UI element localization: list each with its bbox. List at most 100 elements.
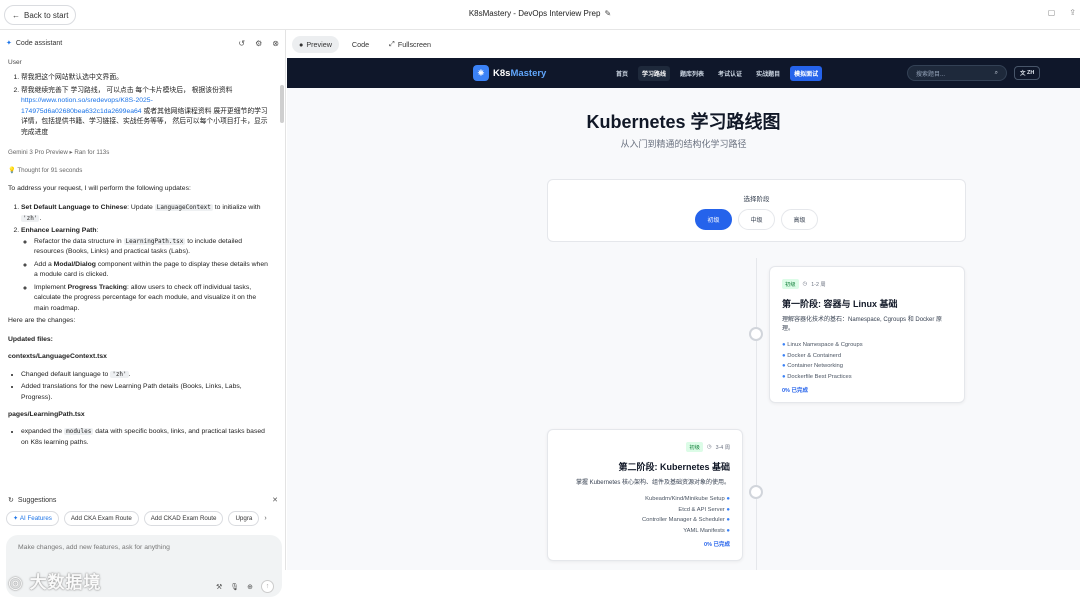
tab-code[interactable]: Code <box>345 36 376 53</box>
nav-mock-interview[interactable]: 模拟面试 <box>790 66 823 81</box>
timeline-node <box>749 485 763 499</box>
module-topic: ● Linux Namespace & Cgroups <box>782 342 863 348</box>
user-request-list: 帮我把这个网站默认选中文界面。 帮我继续完善下 学习路线， 可以点击 每个卡片模… <box>8 73 272 138</box>
top-right-icons: ▢ ⇪ <box>1048 8 1076 17</box>
nav-practice[interactable]: 实战题目 <box>752 66 784 81</box>
preview-tabs: ● Preview Code ⤢ Fullscreen <box>287 30 1080 58</box>
lightbulb-icon: 💡 <box>8 166 16 174</box>
sparkle-icon: ✦ <box>13 515 19 522</box>
module-card[interactable]: 初级 ◷ 3-4 周 第二阶段: Kubernetes 基础 掌握 Kubern… <box>547 429 743 561</box>
search-icon: ⌕ <box>994 69 998 76</box>
suggestion-chip-upgrade[interactable]: Upgra <box>228 511 260 526</box>
prompt-placeholder: Make changes, add new features, ask for … <box>18 544 170 551</box>
assistant-header-label: Code assistant <box>15 39 63 47</box>
suggestion-chip-cka[interactable]: Add CKA Exam Route <box>63 511 139 526</box>
app-logo[interactable]: ⎈ K8s Mastery <box>473 65 546 81</box>
module-progress: 0% 已完成 <box>704 541 730 548</box>
add-icon[interactable]: ⊕ <box>247 583 253 591</box>
user-label: User <box>8 59 22 66</box>
stage-button-intermediate[interactable]: 中级 <box>738 209 775 230</box>
module-topic: ● Container Networking <box>782 363 843 369</box>
response-step: Enhance Learning Path: Refactor the data… <box>21 226 272 314</box>
changes-label: Here are the changes: <box>8 317 76 325</box>
thought-duration[interactable]: 💡 Thought for 91 seconds <box>8 166 272 176</box>
module-title: 第二阶段: Kubernetes 基础 <box>618 462 730 472</box>
updated-files-heading: Updated files: <box>8 335 53 343</box>
close-suggestions-icon[interactable]: ✕ <box>272 496 278 504</box>
module-description: 掌握 Kubernetes 核心架构、组件及基础资源对象的使用。 <box>575 480 730 486</box>
suggestion-chip-ckad[interactable]: Add CKAD Exam Route <box>143 511 224 526</box>
suggestion-chip-ai-features[interactable]: ✦ AI Features <box>6 511 59 526</box>
module-topic: Etcd & API Server ● <box>678 506 730 513</box>
file-heading: pages/LearningPath.tsx <box>8 410 85 418</box>
share-icon[interactable]: ⇪ <box>1069 8 1076 17</box>
kubernetes-logo-icon: ⎈ <box>473 65 489 81</box>
assistant-header: ✦ Code assistant ↺ ⚙ ⊗ <box>0 30 285 56</box>
stage-selector: 选择阶段 初级 中级 高级 <box>547 179 966 242</box>
response-steps: Set Default Language to Chinese: Update … <box>8 203 272 314</box>
stage-selector-label: 选择阶段 <box>743 196 770 203</box>
nav-certification[interactable]: 考试认证 <box>714 66 746 81</box>
response-intro: To address your request, I will perform … <box>8 185 191 193</box>
tab-fullscreen[interactable]: ⤢ Fullscreen <box>382 36 438 53</box>
file-changes-list: Changed default language to 'zh'. Added … <box>8 370 272 404</box>
timeline-line <box>756 258 757 570</box>
app-search-input[interactable]: 搜索题目... ⌕ <box>907 65 1007 81</box>
chat-scrollbar[interactable] <box>280 85 284 123</box>
language-toggle[interactable]: 文 ZH <box>1014 66 1041 80</box>
stage-button-advanced[interactable]: 高级 <box>781 209 818 230</box>
app-navbar: ⎈ K8s Mastery 首页 学习路线 题库列表 考试认证 实战题目 模拟面试… <box>287 58 1080 88</box>
app-title: K8sMastery - DevOps Interview Prep ✎ <box>0 9 1080 18</box>
file-change: Added translations for the new Learning … <box>21 382 272 403</box>
save-icon[interactable]: ▢ <box>1048 8 1056 17</box>
history-icon[interactable]: ↺ <box>238 39 245 48</box>
code-assistant-panel: ✦ Code assistant ↺ ⚙ ⊗ User 帮我把这个网站默认选中文… <box>0 30 286 597</box>
clock-icon: ◷ <box>802 281 808 287</box>
edit-pencil-icon[interactable]: ✎ <box>604 9 611 18</box>
nav-learning-path[interactable]: 学习路线 <box>638 66 671 81</box>
module-topic: Kubeadm/Kind/Minikube Setup ● <box>645 496 730 502</box>
response-substep: Add a Modal/Dialog component within the … <box>34 260 272 281</box>
settings-gear-icon[interactable]: ⚙ <box>255 39 262 48</box>
suggestions-icon: ↻ <box>8 497 14 504</box>
magic-wand-icon[interactable]: ⚒ <box>216 583 222 591</box>
response-substep: Implement Progress Tracking: allow users… <box>34 283 272 315</box>
suggestions-label: Suggestions <box>17 496 57 504</box>
expand-icon: ⤢ <box>389 39 395 48</box>
timeline-node <box>749 327 763 341</box>
send-icon[interactable]: ↑ <box>261 580 274 593</box>
close-panel-icon[interactable]: ⊗ <box>272 39 279 48</box>
notion-link[interactable]: https://www.notion.so/sredevops/K8S-2025… <box>21 97 153 115</box>
page-title: Kubernetes 学习路线图 <box>586 112 781 132</box>
chat-thread[interactable]: User 帮我把这个网站默认选中文界面。 帮我继续完善下 学习路线， 可以点击 … <box>0 56 280 490</box>
module-card[interactable]: 初级 ◷ 1-2 周 第一阶段: 容器与 Linux 基础 理解容器化技术的基石… <box>769 266 965 403</box>
module-topics: ● Linux Namespace & Cgroups ● Docker & C… <box>782 342 952 380</box>
app-nav-links: 首页 学习路线 题库列表 考试认证 实战题目 模拟面试 <box>612 66 823 81</box>
module-description: 理解容器化技术的基石：Namespace, Cgroups 和 Docker 原… <box>782 317 943 332</box>
translate-icon: 文 <box>1020 71 1026 77</box>
module-topic: YAML Manifests ● <box>683 527 730 534</box>
watermark: ◎ 大数据境 <box>8 573 102 592</box>
chevron-right-icon[interactable]: › <box>264 515 266 522</box>
level-badge: 初级 <box>782 279 799 289</box>
file-heading: contexts/LanguageContext.tsx <box>8 353 107 361</box>
response-substep: Refactor the data structure in LearningP… <box>34 237 272 258</box>
model-meta[interactable]: Gemini 3 Pro Preview ▸ Ran for 113s <box>8 148 272 158</box>
microphone-icon[interactable]: 🎙 <box>230 583 239 591</box>
tab-preview[interactable]: ● Preview <box>292 35 339 53</box>
clock-icon: ◷ <box>706 444 712 450</box>
top-bar: ← Back to start K8sMastery - DevOps Inte… <box>0 0 1080 30</box>
app-preview[interactable]: ⎈ K8s Mastery 首页 学习路线 题库列表 考试认证 实战题目 模拟面试… <box>287 58 1080 570</box>
user-request-item: 帮我继续完善下 学习路线， 可以点击 每个卡片模块后， 根据该份资料 https… <box>21 86 272 139</box>
nav-home[interactable]: 首页 <box>612 66 632 81</box>
module-topic: ● Dockerfile Best Practices <box>782 373 852 380</box>
stage-button-beginner[interactable]: 初级 <box>695 209 732 230</box>
file-change: Changed default language to 'zh'. <box>21 370 272 381</box>
response-step: Set Default Language to Chinese: Update … <box>21 203 272 224</box>
module-duration: 1-2 周 <box>811 282 826 288</box>
sparkle-icon: ✦ <box>6 40 12 47</box>
nav-question-bank[interactable]: 题库列表 <box>676 66 708 81</box>
app-title-text: K8sMastery - DevOps Interview Prep <box>468 9 601 18</box>
module-progress: 0% 已完成 <box>782 387 808 394</box>
module-topic: Controller Manager & Scheduler ● <box>641 517 730 523</box>
